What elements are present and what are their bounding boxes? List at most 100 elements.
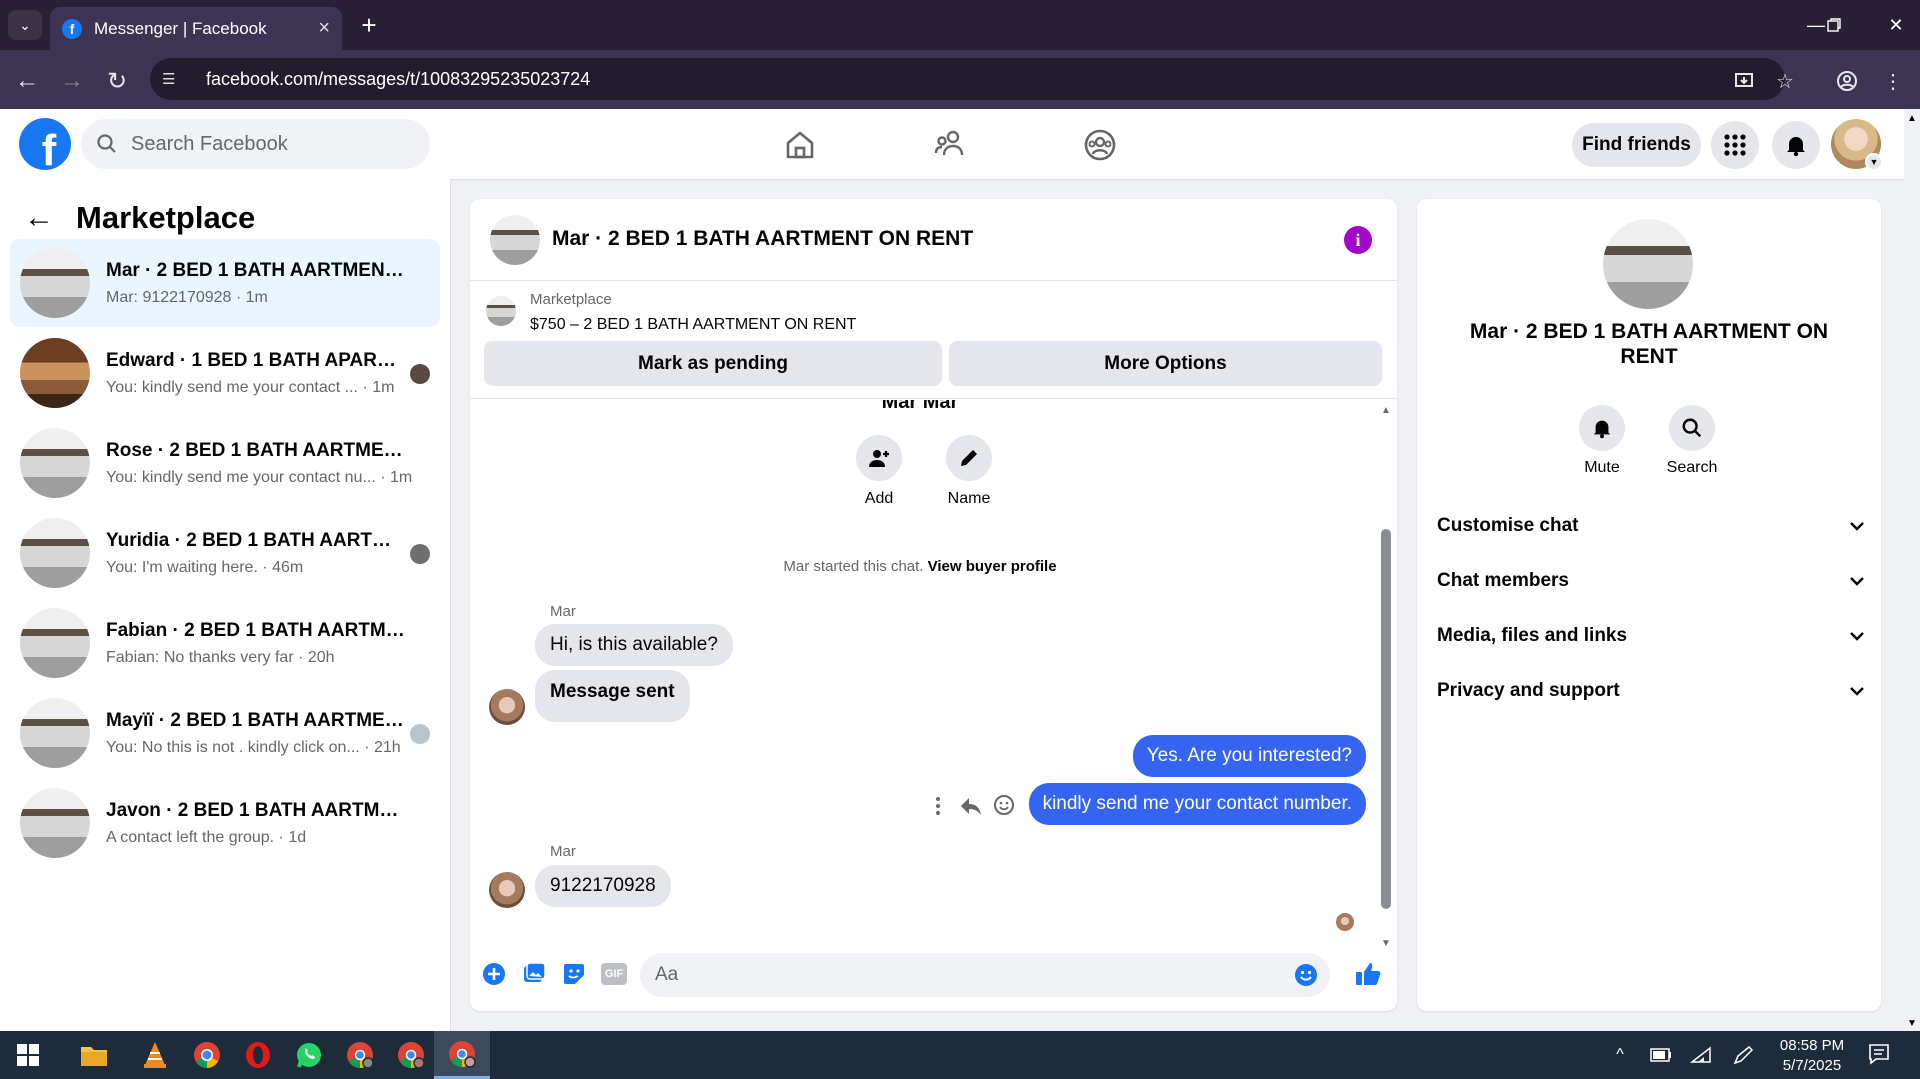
outgoing-message[interactable]: Yes. Are you interested? xyxy=(1132,735,1366,777)
sticker-icon[interactable] xyxy=(559,959,589,989)
new-tab-button[interactable]: + xyxy=(354,10,384,40)
back-button[interactable]: ← xyxy=(10,64,44,98)
window-close-button[interactable]: ✕ xyxy=(1876,8,1916,42)
forward-button[interactable]: → xyxy=(55,64,89,98)
incoming-message[interactable]: Message sent xyxy=(535,670,690,722)
mark-as-pending-button[interactable]: Mark as pending xyxy=(484,341,942,386)
conversation-name: Yuridia · 2 BED 1 BATH AARTME... xyxy=(106,529,406,551)
reload-button[interactable]: ↻ xyxy=(100,64,134,98)
more-options-icon[interactable] xyxy=(931,795,945,817)
facebook-logo[interactable]: f xyxy=(19,118,71,170)
notifications-bell-icon[interactable] xyxy=(1772,121,1820,169)
conversation-name: Rose · 2 BED 1 BATH AARTMENT O... xyxy=(106,439,406,461)
vlc-icon[interactable] xyxy=(127,1031,183,1079)
conversation-item[interactable]: Mar · 2 BED 1 BATH AARTMENT O... Mar: 91… xyxy=(10,239,440,327)
chevron-down-icon: ▼ xyxy=(1865,153,1883,171)
privacy-support-section[interactable]: Privacy and support xyxy=(1437,671,1867,711)
find-friends-button[interactable]: Find friends xyxy=(1572,123,1701,167)
seen-avatar xyxy=(410,724,430,744)
emoji-icon[interactable] xyxy=(1294,963,1318,987)
bell-icon xyxy=(1579,405,1625,451)
wifi-icon[interactable] xyxy=(1688,1043,1714,1067)
add-action[interactable]: Add xyxy=(839,435,919,508)
friends-icon[interactable] xyxy=(933,127,969,163)
file-explorer-icon[interactable] xyxy=(66,1031,122,1079)
bookmark-star-icon[interactable]: ☆ xyxy=(1768,64,1802,98)
restore-button[interactable] xyxy=(1814,8,1854,42)
opera-icon[interactable] xyxy=(230,1031,286,1079)
incoming-message[interactable]: Hi, is this available? xyxy=(535,624,733,666)
close-tab-icon[interactable]: × xyxy=(318,17,330,40)
listing-price-title[interactable]: $750 – 2 BED 1 BATH AARTMENT ON RENT xyxy=(530,316,856,334)
conversation-item[interactable]: Mayïï · 2 BED 1 BATH AARTMEN... You: No … xyxy=(10,689,440,777)
incoming-message[interactable]: 9122170928 xyxy=(535,865,671,907)
photo-icon[interactable] xyxy=(519,959,549,989)
browser-tab[interactable]: f Messenger | Facebook × xyxy=(50,7,342,50)
conversation-item[interactable]: Edward · 1 BED 1 BATH APARTM... You: kin… xyxy=(10,329,440,417)
chrome-profile-icon[interactable] xyxy=(332,1031,388,1079)
show-hidden-icons-chevron-icon[interactable]: ^ xyxy=(1607,1043,1633,1067)
battery-icon[interactable] xyxy=(1648,1043,1674,1067)
seen-avatar xyxy=(410,544,430,564)
conversation-item[interactable]: Yuridia · 2 BED 1 BATH AARTME... You: I'… xyxy=(10,509,440,597)
home-icon[interactable] xyxy=(782,127,818,163)
message-input[interactable]: Aa xyxy=(640,953,1330,997)
message-input-placeholder: Aa xyxy=(655,964,679,985)
back-arrow-icon[interactable]: ← xyxy=(24,201,54,235)
conversation-item[interactable]: Rose · 2 BED 1 BATH AARTMENT O... You: k… xyxy=(10,419,440,507)
name-label: Name xyxy=(947,490,991,507)
mute-label: Mute xyxy=(1584,459,1620,476)
chrome-active-icon[interactable] xyxy=(434,1031,490,1079)
scroll-up-arrow-icon[interactable]: ▲ xyxy=(1907,113,1917,124)
search-action[interactable]: Search xyxy=(1652,405,1732,477)
name-action[interactable]: Name xyxy=(929,435,1009,508)
plus-circle-icon[interactable] xyxy=(479,959,509,989)
profile-icon[interactable] xyxy=(1830,64,1864,98)
browser-menu-icon[interactable]: ⋮ xyxy=(1876,64,1910,98)
system-clock[interactable]: 08:58 PM 5/7/2025 xyxy=(1762,1036,1862,1076)
chat-members-section[interactable]: Chat members xyxy=(1437,561,1867,601)
page-scrollbar[interactable]: ▲ ▼ xyxy=(1904,109,1920,1031)
chrome-profile-icon[interactable] xyxy=(383,1031,439,1079)
scroll-down-arrow-icon[interactable]: ▼ xyxy=(1907,1018,1917,1029)
chat-scroll-thumb[interactable] xyxy=(1381,529,1391,909)
notification-center-icon[interactable] xyxy=(1866,1042,1892,1066)
react-emoji-icon[interactable] xyxy=(992,793,1016,817)
account-avatar[interactable]: ▼ xyxy=(1831,119,1883,171)
facebook-header: f Search Facebook Find friends ▼ xyxy=(0,109,1904,179)
mute-action[interactable]: Mute xyxy=(1562,405,1642,477)
reply-icon[interactable] xyxy=(959,795,983,817)
facebook-search-input[interactable]: Search Facebook xyxy=(81,119,430,169)
chat-title[interactable]: Mar · 2 BED 1 BATH AARTMENT ON RENT xyxy=(552,227,973,251)
view-buyer-profile-link[interactable]: View buyer profile xyxy=(928,558,1057,575)
media-files-links-section[interactable]: Media, files and links xyxy=(1437,616,1867,656)
more-options-button[interactable]: More Options xyxy=(949,341,1382,386)
gif-icon[interactable]: GIF xyxy=(599,959,629,989)
conversation-item[interactable]: Javon · 2 BED 1 BATH AARTMENT ... A cont… xyxy=(10,779,440,867)
conversation-preview: Fabian: No thanks very far · 20h xyxy=(106,648,335,666)
listing-thumbnail xyxy=(20,428,90,498)
outgoing-message[interactable]: kindly send me your contact number. xyxy=(1028,783,1366,825)
menu-grid-icon[interactable] xyxy=(1711,121,1759,169)
windows-start-icon[interactable] xyxy=(0,1031,56,1079)
sender-avatar[interactable] xyxy=(489,872,525,908)
system-message: Mar started this chat. View buyer profil… xyxy=(470,558,1370,575)
conversation-item[interactable]: Fabian · 2 BED 1 BATH AARTMENT ... Fabia… xyxy=(10,599,440,687)
tab-search-button[interactable]: ⌄ xyxy=(8,10,42,40)
install-app-icon[interactable] xyxy=(1727,64,1761,98)
scroll-up-arrow-icon[interactable]: ▲ xyxy=(1381,405,1391,416)
chat-info-thumbnail[interactable] xyxy=(1603,219,1693,309)
address-bar[interactable]: ☰ facebook.com/messages/t/10083295235023… xyxy=(150,58,1785,100)
info-icon[interactable]: i xyxy=(1344,226,1372,254)
groups-icon[interactable] xyxy=(1082,127,1118,163)
thumbs-up-icon[interactable] xyxy=(1353,959,1383,989)
chat-thumbnail[interactable] xyxy=(490,215,540,265)
customise-chat-section[interactable]: Customise chat xyxy=(1437,506,1867,546)
seen-avatar xyxy=(410,364,430,384)
browser-tab-bar: ⌄ f Messenger | Facebook × + — ✕ xyxy=(0,0,1920,50)
site-info-icon[interactable]: ☰ xyxy=(162,70,184,88)
pen-icon[interactable] xyxy=(1731,1043,1757,1067)
sender-avatar[interactable] xyxy=(489,689,525,725)
whatsapp-icon[interactable] xyxy=(281,1031,337,1079)
chrome-icon[interactable] xyxy=(179,1031,235,1079)
